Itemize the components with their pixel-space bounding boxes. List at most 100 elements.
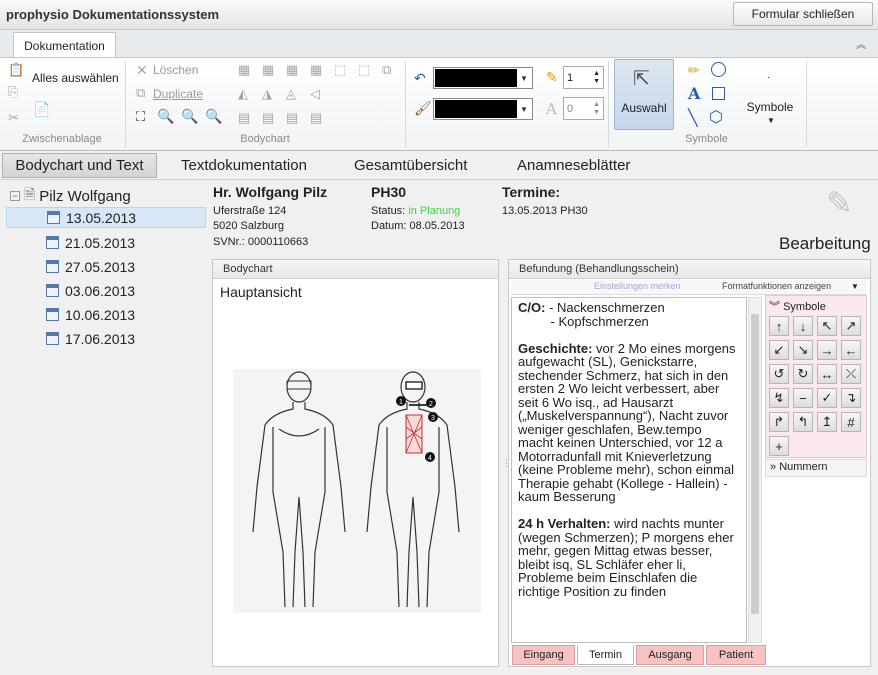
duplicate-icon[interactable]: ⧉	[136, 85, 145, 101]
tree-date-item[interactable]: 10.06.2013	[46, 304, 206, 325]
symbol-button[interactable]: ↱	[769, 412, 789, 432]
symbol-button[interactable]: ↙	[769, 340, 789, 360]
order-icon-3[interactable]: ▤	[286, 110, 298, 126]
save-settings-link[interactable]: Einstellungen merken	[594, 281, 681, 291]
align-left-icon[interactable]: ▦	[238, 62, 250, 78]
bring-front-icon[interactable]: ⧉	[382, 62, 391, 78]
symbol-button[interactable]: ←	[841, 340, 861, 360]
zoom-out-icon[interactable]: 🔍	[205, 108, 222, 125]
rotate-icon[interactable]: ◬	[286, 86, 296, 102]
tree-date-item[interactable]: 27.05.2013	[46, 256, 206, 277]
symbols-dropdown[interactable]: Symbole	[742, 100, 798, 114]
mirror-icon[interactable]: ◮	[262, 86, 272, 102]
numbers-section-header[interactable]: » Nummern	[765, 459, 867, 477]
tree-collapse-icon[interactable]: −	[10, 191, 20, 201]
format-functions-toggle[interactable]: Formatfunktionen anzeigen	[722, 281, 831, 291]
tree-date-item[interactable]: 21.05.2013	[46, 232, 206, 253]
copy-icon[interactable]: ⎘	[8, 84, 18, 100]
text-tool-icon[interactable]: A	[688, 84, 700, 103]
symbol-button[interactable]: #	[841, 412, 861, 432]
tab-gesamtuebersicht[interactable]: Gesamtübersicht	[354, 153, 467, 178]
symbol-button[interactable]: ↺	[769, 364, 789, 384]
befund-text-editor[interactable]: C/O: - Nackenschmerzen - Kopfschmerzen G…	[511, 297, 747, 643]
tab-eingang[interactable]: Eingang	[512, 645, 575, 665]
tab-termin[interactable]: Termin	[577, 645, 634, 665]
tree-patient-node[interactable]: − 🗎 Pilz Wolfgang	[10, 184, 131, 208]
cut-icon[interactable]: ✂	[8, 110, 19, 126]
tree-date-item[interactable]: 13.05.2013	[6, 207, 206, 228]
symbol-button[interactable]: ✓	[817, 388, 837, 408]
delete-button[interactable]: Löschen	[153, 63, 198, 77]
circle-tool-icon[interactable]	[711, 62, 726, 77]
prescription-code: PH30	[371, 184, 407, 200]
paste-special-icon[interactable]: 📄	[33, 101, 50, 118]
ribbon-collapse-icon[interactable]: ︽	[856, 36, 866, 51]
tab-textdokumentation[interactable]: Textdokumentation	[181, 153, 307, 178]
line-width-spinner[interactable]: 1 ▲ ▼	[563, 66, 604, 89]
order-icon-4[interactable]: ▤	[310, 110, 322, 126]
flip-icon[interactable]: ◭	[238, 86, 248, 102]
symbol-button[interactable]: ⤫	[841, 364, 861, 384]
edit-pencil-icon[interactable]: ✎	[826, 184, 853, 222]
rectangle-tool-icon[interactable]	[712, 87, 725, 100]
tab-ausgang[interactable]: Ausgang	[636, 645, 704, 665]
symbol-button[interactable]: ↗	[841, 316, 861, 336]
symbols-dropdown-arrow-icon[interactable]: ▼	[767, 116, 775, 125]
fill-color-picker[interactable]: ▼	[433, 98, 533, 120]
duplicate-button[interactable]: Duplicate	[153, 87, 203, 101]
pencil-tool-icon[interactable]: ✏	[688, 62, 700, 79]
symbol-button[interactable]: ↔	[817, 364, 837, 384]
group-icon[interactable]: ⬚	[334, 62, 346, 78]
chevron-down-icon[interactable]: ▼	[851, 282, 859, 291]
symbol-button[interactable]: −	[793, 388, 813, 408]
paste-icon[interactable]: 📋	[8, 62, 24, 78]
tree-date-item[interactable]: 03.06.2013	[46, 280, 206, 301]
edit-mode-label: Bearbeitung	[779, 234, 871, 253]
symbol-button[interactable]: ↘	[793, 340, 813, 360]
symbol-grid: ↑ ↓ ↖ ↗ ↙ ↘ → ← ↺ ↻ ↔ ⤫ ↯ − ✓ ↴ ↱ ↰ ↥ # +	[769, 316, 865, 456]
symbol-button[interactable]: →	[817, 340, 837, 360]
order-icon-1[interactable]: ▤	[238, 110, 250, 126]
calendar-icon	[46, 236, 59, 249]
line-width-icon[interactable]: ✎	[546, 69, 558, 86]
select-all-button[interactable]: Alles auswählen	[32, 71, 119, 85]
symbol-button[interactable]: ↥	[817, 412, 837, 432]
symbol-button[interactable]: ↰	[793, 412, 813, 432]
tree-date-item[interactable]: 17.06.2013	[46, 328, 206, 349]
zoom-fit-icon[interactable]: ⛶	[136, 109, 145, 125]
line-tool-icon[interactable]: ╲	[688, 108, 698, 128]
zoom-in-icon[interactable]: 🔍	[181, 108, 198, 125]
symbol-button[interactable]: +	[769, 436, 789, 456]
befund-scrollbar[interactable]	[748, 297, 762, 643]
delete-icon[interactable]: ✕	[136, 62, 148, 79]
tab-patient[interactable]: Patient	[706, 645, 766, 665]
opacity-spinner[interactable]: 0 ▲ ▼	[563, 97, 604, 120]
symbols-section-header[interactable]: ︾ Symbole	[769, 298, 826, 314]
symbol-button[interactable]: ↯	[769, 388, 789, 408]
polygon-tool-icon[interactable]: ⬡	[709, 107, 723, 127]
align-right-icon[interactable]: ▦	[286, 62, 298, 78]
fill-color-icon[interactable]: 🖌	[414, 100, 432, 117]
bodychart-canvas[interactable]: 1 2 3 4	[213, 317, 498, 666]
ungroup-icon[interactable]: ⬚	[358, 62, 370, 78]
tab-dokumentation[interactable]: Dokumentation	[13, 32, 116, 58]
tree-date-label: 10.06.2013	[65, 306, 136, 323]
symbol-preview-icon: ·	[767, 72, 771, 83]
symbol-button[interactable]: ↖	[817, 316, 837, 336]
align-top-icon[interactable]: ▦	[310, 62, 322, 78]
symbol-button[interactable]: ↻	[793, 364, 813, 384]
align-center-icon[interactable]: ▦	[262, 62, 274, 78]
order-icon-2[interactable]: ▤	[262, 110, 274, 126]
tab-bodychart-und-text[interactable]: Bodychart und Text	[2, 153, 157, 178]
line-color-icon[interactable]: ↶	[414, 70, 426, 87]
symbol-button[interactable]: ↴	[841, 388, 861, 408]
tab-anamneseblaetter[interactable]: Anamneseblätter	[517, 153, 630, 178]
distribute-icon[interactable]: ◁	[310, 86, 320, 102]
line-color-picker[interactable]: ▼	[433, 67, 533, 89]
symbols-group-label: Symbole	[685, 133, 728, 145]
scrollbar-thumb[interactable]	[751, 314, 759, 614]
symbol-button[interactable]: ↓	[793, 316, 813, 336]
symbol-button[interactable]: ↑	[769, 316, 789, 336]
zoom-icon[interactable]: 🔍	[157, 108, 174, 125]
close-form-button[interactable]: Formular schließen	[733, 2, 873, 26]
